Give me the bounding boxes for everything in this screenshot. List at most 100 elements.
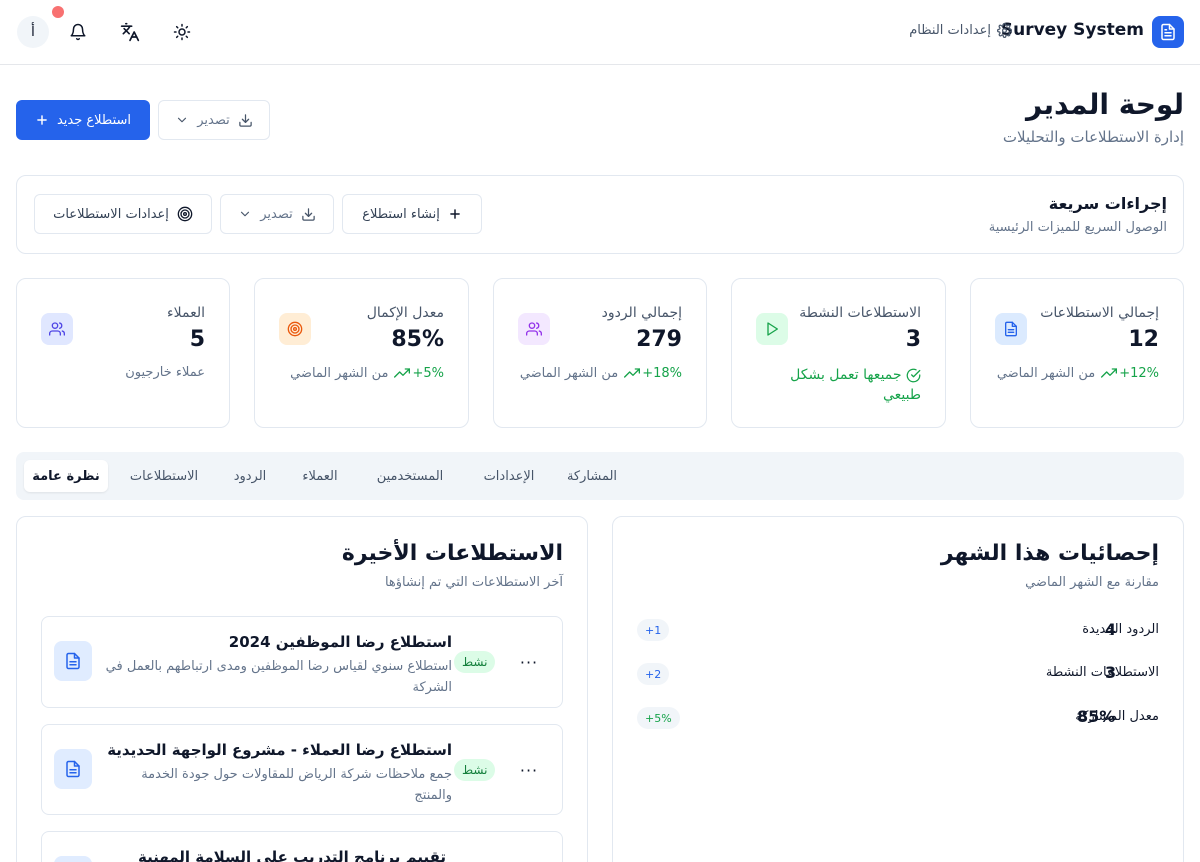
chevron-down-icon xyxy=(175,113,189,127)
survey-settings-button[interactable]: إعدادات الاستطلاعات xyxy=(34,194,212,234)
new-survey-label: استطلاع جديد xyxy=(56,112,132,128)
tab-surveys[interactable]: الاستطلاعات xyxy=(116,460,212,492)
stat-delta-value: +5% xyxy=(412,365,444,381)
stat-card-total-surveys: إجمالي الاستطلاعات 12 +12% من الشهر الما… xyxy=(970,278,1184,428)
quick-actions-card: إجراءات سريعة الوصول السريع للميزات الرئ… xyxy=(16,175,1184,254)
stat-title: الاستطلاعات النشطة xyxy=(799,305,921,321)
quick-actions-title: إجراءات سريعة xyxy=(1048,194,1167,213)
month-stats-subtitle: مقارنة مع الشهر الماضي xyxy=(1025,575,1159,590)
stat-footnote: جميعها تعمل بشكل طبيعي xyxy=(771,365,921,406)
create-survey-button[interactable]: إنشاء استطلاع xyxy=(342,194,482,234)
recent-surveys-subtitle: آخر الاستطلاعات التي تم إنشاؤها xyxy=(384,575,563,590)
stat-footnote: +5% من الشهر الماضي xyxy=(290,365,444,381)
top-bar: Survey System إعدادات النظام أ xyxy=(0,0,1200,65)
download-icon xyxy=(301,207,316,222)
quick-export-label: تصدير xyxy=(260,206,293,222)
survey-description: استطلاع سنوي لقياس رضا الموظفين ومدى ارت… xyxy=(105,659,452,695)
survey-settings-label: إعدادات الاستطلاعات xyxy=(53,206,169,222)
file-text-icon xyxy=(1152,16,1184,48)
stat-value: 279 xyxy=(636,327,682,352)
more-options-button[interactable]: ··· xyxy=(518,759,540,781)
stat-value: 3 xyxy=(905,327,921,352)
system-settings-link[interactable]: إعدادات النظام xyxy=(909,23,1012,38)
system-settings-label: إعدادات النظام xyxy=(909,23,991,38)
survey-name: تقييم برنامج التدريب على السلامة المهنية xyxy=(137,848,446,862)
month-stat-label: الردود الجديدة xyxy=(1082,622,1159,637)
quick-export-button[interactable]: تصدير xyxy=(220,194,334,234)
survey-list-item[interactable]: تقييم برنامج التدريب على السلامة المهنية xyxy=(41,831,563,862)
month-stat-value: 3 xyxy=(1105,663,1117,682)
stat-foot-text: جميعها تعمل بشكل طبيعي xyxy=(790,367,921,404)
survey-description: جمع ملاحظات شركة الرياض للمقاولات حول جو… xyxy=(141,767,452,803)
stat-delta: +12% xyxy=(1101,365,1159,381)
file-text-icon xyxy=(995,313,1027,345)
play-icon xyxy=(756,313,788,345)
bell-icon xyxy=(69,23,87,41)
new-survey-button[interactable]: استطلاع جديد xyxy=(16,100,150,140)
page-title: لوحة المدير xyxy=(1026,88,1184,121)
stat-foot-text: من الشهر الماضي xyxy=(290,365,389,381)
stat-delta: +18% xyxy=(624,365,682,381)
stat-foot-text: من الشهر الماضي xyxy=(996,365,1096,381)
stat-value: 12 xyxy=(1128,327,1159,352)
stat-title: إجمالي الردود xyxy=(601,305,682,321)
export-dropdown-button[interactable]: تصدير xyxy=(158,100,270,140)
file-text-icon xyxy=(54,856,92,862)
users-icon xyxy=(518,313,550,345)
stat-footnote: +12% من الشهر الماضي xyxy=(997,365,1159,381)
stat-delta-value: +12% xyxy=(1119,365,1159,381)
stat-card-total-responses: إجمالي الردود 279 +18% من الشهر الماضي xyxy=(493,278,707,428)
month-stats-title: إحصائيات هذا الشهر xyxy=(940,541,1159,566)
file-text-icon xyxy=(54,641,92,681)
users-icon xyxy=(41,313,73,345)
stat-card-active-surveys: الاستطلاعات النشطة 3 جميعها تعمل بشكل طب… xyxy=(731,278,946,428)
tab-users[interactable]: المستخدمين xyxy=(360,460,460,492)
brand-title: Survey System xyxy=(1000,20,1144,40)
chevron-down-icon xyxy=(238,207,252,221)
user-avatar[interactable]: أ xyxy=(17,16,49,48)
survey-list-item[interactable]: استطلاع رضا الموظفين 2024 استطلاع سنوي ل… xyxy=(41,616,563,708)
export-label: تصدير xyxy=(197,112,230,128)
tab-overview[interactable]: نظرة عامة xyxy=(24,460,108,492)
stat-value: 85% xyxy=(391,327,444,352)
notification-dot xyxy=(52,6,64,18)
status-badge: نشط xyxy=(454,651,496,673)
recent-surveys-title: الاستطلاعات الأخيرة xyxy=(341,541,563,566)
stat-value: 5 xyxy=(189,327,205,352)
theme-toggle-button[interactable] xyxy=(166,16,198,48)
tab-settings[interactable]: الإعدادات xyxy=(468,460,550,492)
translate-icon xyxy=(120,22,140,42)
download-icon xyxy=(238,113,253,128)
tabs-bar: نظرة عامة الاستطلاعات الردود العملاء الم… xyxy=(16,452,1184,500)
file-text-icon xyxy=(54,749,92,789)
stat-title: العملاء xyxy=(167,305,205,321)
stat-footnote: +18% من الشهر الماضي xyxy=(520,365,682,381)
stat-delta: +5% xyxy=(394,365,444,381)
notifications-button[interactable] xyxy=(62,16,94,48)
trending-up-icon xyxy=(394,368,411,378)
stat-title: إجمالي الاستطلاعات xyxy=(1040,305,1159,321)
month-stats-panel: إحصائيات هذا الشهر مقارنة مع الشهر الماض… xyxy=(612,516,1184,862)
tab-sharing[interactable]: المشاركة xyxy=(558,460,626,492)
stat-card-completion-rate: معدل الإكمال 85% +5% من الشهر الماضي xyxy=(254,278,469,428)
stat-foot-text: من الشهر الماضي xyxy=(519,365,619,381)
language-toggle-button[interactable] xyxy=(114,16,146,48)
trending-up-icon xyxy=(624,368,641,378)
month-stat-value: 85% xyxy=(1077,707,1116,726)
tab-clients[interactable]: العملاء xyxy=(288,460,352,492)
sun-icon xyxy=(173,23,191,41)
month-stat-badge: +1 xyxy=(637,619,670,641)
tab-responses[interactable]: الردود xyxy=(220,460,280,492)
check-circle-icon xyxy=(906,368,921,383)
month-stat-badge: +2 xyxy=(637,663,670,685)
create-survey-label: إنشاء استطلاع xyxy=(362,206,440,222)
month-stat-label: الاستطلاعات النشطة xyxy=(1045,665,1159,680)
page-subtitle: إدارة الاستطلاعات والتحليلات xyxy=(1002,128,1184,146)
gear-icon xyxy=(997,23,1012,38)
more-options-button[interactable]: ··· xyxy=(518,651,540,673)
survey-name: استطلاع رضا الموظفين 2024 xyxy=(228,633,452,651)
survey-list-item[interactable]: استطلاع رضا العملاء - مشروع الواجهة الحد… xyxy=(41,724,563,815)
month-stat-badge: +5% xyxy=(637,707,680,729)
plus-icon xyxy=(448,207,462,221)
stat-delta-value: +18% xyxy=(642,365,682,381)
